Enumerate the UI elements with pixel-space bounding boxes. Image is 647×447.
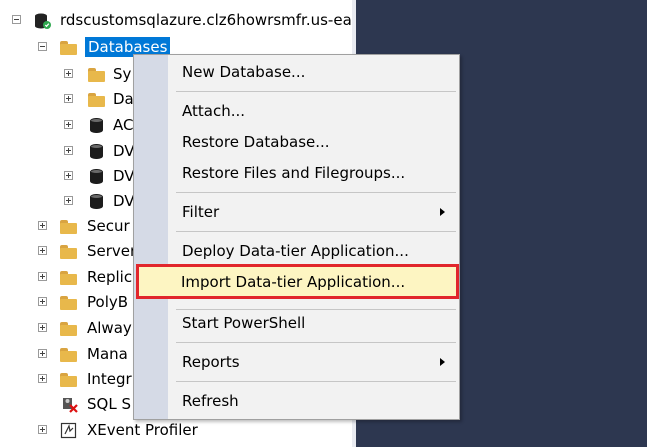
node-label: PolyB	[87, 293, 129, 311]
menu-item-attach[interactable]: Attach...	[169, 97, 459, 125]
collapse-toggle[interactable]	[38, 42, 47, 51]
menu-separator	[176, 342, 456, 343]
expand-toggle[interactable]	[64, 146, 73, 155]
menu-item-new-database[interactable]: New Database...	[169, 58, 459, 86]
menu-item-refresh[interactable]: Refresh	[169, 387, 459, 415]
expand-toggle[interactable]	[38, 297, 47, 306]
folder-icon	[60, 320, 78, 336]
expand-toggle[interactable]	[38, 374, 47, 383]
sql-agent-disabled-icon	[60, 396, 78, 413]
folder-icon	[88, 91, 106, 107]
node-label: Mana	[87, 345, 128, 363]
folder-icon	[60, 294, 78, 310]
expand-toggle[interactable]	[64, 94, 73, 103]
node-label: DV	[113, 192, 135, 210]
menu-item-restore-database[interactable]: Restore Database...	[169, 128, 459, 156]
folder-icon	[60, 269, 78, 285]
tree-row-server[interactable]: rdscustomsqlazure.clz6howrsmfr.us-ea	[0, 7, 352, 33]
expand-toggle[interactable]	[64, 120, 73, 129]
submenu-arrow-icon	[440, 208, 445, 216]
menu-item-restore-files[interactable]: Restore Files and Filegroups...	[169, 159, 459, 187]
database-icon	[88, 117, 106, 133]
submenu-arrow-icon	[440, 358, 445, 366]
expand-toggle[interactable]	[38, 221, 47, 230]
folder-icon	[60, 346, 78, 362]
database-icon	[88, 193, 106, 209]
folder-icon	[88, 66, 106, 82]
folder-icon	[60, 218, 78, 234]
menu-item-deploy-data-tier[interactable]: Deploy Data-tier Application...	[169, 237, 459, 265]
folder-icon	[60, 243, 78, 259]
node-label: AC	[113, 116, 134, 134]
database-icon	[88, 143, 106, 159]
menu-separator	[176, 381, 456, 382]
menu-item-label: Filter	[182, 203, 220, 221]
node-label: Secur	[87, 217, 130, 235]
expand-toggle[interactable]	[64, 196, 73, 205]
node-label: Da	[113, 90, 134, 108]
folder-icon	[60, 39, 78, 55]
menu-icon-gutter	[134, 55, 168, 419]
tree-row-xevent-profiler[interactable]: XEvent Profiler	[0, 417, 352, 443]
database-icon	[88, 168, 106, 184]
menu-separator	[176, 91, 456, 92]
expand-toggle[interactable]	[38, 425, 47, 434]
node-label: SQL S	[87, 395, 131, 413]
server-icon	[33, 12, 51, 29]
menu-item-import-data-tier[interactable]: Import Data-tier Application...	[168, 268, 448, 296]
node-label: Alway	[87, 319, 132, 337]
node-label: Replic	[87, 268, 133, 286]
expand-toggle[interactable]	[64, 171, 73, 180]
menu-item-filter[interactable]: Filter	[169, 198, 459, 226]
import-highlight-box[interactable]: Import Data-tier Application...	[136, 264, 459, 299]
folder-icon	[60, 371, 78, 387]
menu-separator	[176, 192, 456, 193]
node-label: Server	[87, 242, 137, 260]
menu-item-label: Reports	[182, 353, 240, 371]
server-name: rdscustomsqlazure.clz6howrsmfr.us-ea	[60, 11, 352, 29]
expand-toggle[interactable]	[38, 349, 47, 358]
expand-toggle[interactable]	[38, 323, 47, 332]
node-label: XEvent Profiler	[87, 421, 198, 439]
expand-toggle[interactable]	[38, 246, 47, 255]
expand-toggle[interactable]	[38, 272, 47, 281]
xevent-profiler-icon	[60, 422, 78, 439]
node-label: DV	[113, 167, 135, 185]
node-label: Sy	[113, 65, 132, 83]
collapse-toggle[interactable]	[12, 15, 21, 24]
expand-toggle[interactable]	[64, 69, 73, 78]
node-label: Integr	[87, 370, 132, 388]
menu-item-reports[interactable]: Reports	[169, 348, 459, 376]
node-label: DV	[113, 142, 135, 160]
menu-separator	[176, 231, 456, 232]
context-menu: New Database... Attach... Restore Databa…	[133, 54, 460, 420]
menu-item-start-powershell[interactable]: Start PowerShell	[169, 309, 459, 337]
